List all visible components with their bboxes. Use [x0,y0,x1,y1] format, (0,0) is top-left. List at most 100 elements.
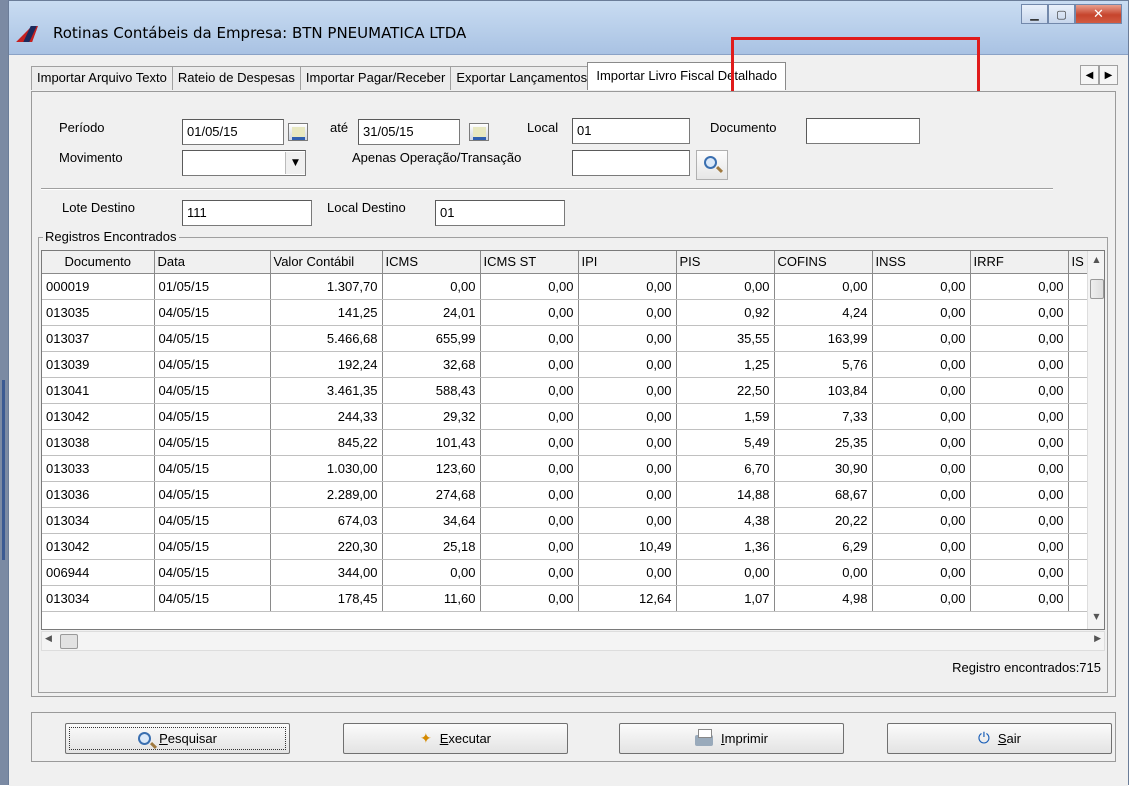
client-area: Importar Arquivo Texto Rateio de Despesa… [9,37,1128,786]
calendar-icon[interactable] [288,123,308,141]
scroll-down-icon[interactable]: ▼ [1088,608,1104,625]
tab-importar-livro-fiscal[interactable]: Importar Livro Fiscal Detalhado [587,62,786,90]
table-cell: 0,00 [970,585,1069,612]
column-header[interactable]: ICMS [382,251,481,274]
table-cell: 013034 [42,507,155,534]
vertical-scrollbar[interactable]: ▲ ▼ [1087,251,1104,629]
documento-label: Documento [710,120,777,135]
table-row[interactable]: 013033 04/05/15 1.030,00 123,60 0,00 0,00 6,70… [42,455,1089,482]
table-row[interactable]: 013041 04/05/15 3.461,35 588,43 0,00 0,00 22,5… [42,377,1089,404]
tab-importar-arquivo-texto[interactable]: Importar Arquivo Texto [31,66,173,90]
table-cell-empty [1068,507,1089,534]
table-cell: 0,00 [970,481,1069,508]
table-cell: 0,00 [480,325,579,352]
table-cell: 013042 [42,403,155,430]
table-row[interactable]: 013042 04/05/15 220,30 25,18 0,00 10,49 1,36 6,… [42,533,1089,560]
power-icon: ⏻ [978,730,990,747]
table-cell: 7,33 [774,403,873,430]
executar-label: Executar [439,731,492,746]
documento-field[interactable] [806,118,920,144]
local-destino-label: Local Destino [327,200,406,215]
tab-rateio-despesas[interactable]: Rateio de Despesas [171,66,301,90]
tab-scroll-right-icon[interactable]: ▶ [1099,65,1118,85]
executar-button[interactable]: ✦ Executar [343,723,568,754]
column-header[interactable]: ICMS ST [480,251,579,274]
title-bar[interactable]: Rotinas Contábeis da Empresa: BTN PNEUMA… [9,1,1128,55]
tab-scroll-left-icon[interactable]: ◀ [1080,65,1099,85]
table-cell: 4,24 [774,299,873,326]
column-header[interactable]: IPI [578,251,677,274]
column-header[interactable]: Valor Contábil [270,251,383,274]
pesquisar-label: Pesquisar [159,731,217,746]
table-cell: 274,68 [382,481,481,508]
close-button[interactable]: ✕ [1075,4,1122,24]
table-row[interactable]: 013034 04/05/15 674,03 34,64 0,00 0,00 4,38 20,… [42,507,1089,534]
table-cell: 0,00 [480,273,579,300]
table-cell: 4,98 [774,585,873,612]
column-header[interactable]: INSS [872,251,971,274]
calendar-icon[interactable] [469,123,489,141]
table-cell: 0,00 [970,455,1069,482]
table-row[interactable]: 013034 04/05/15 178,45 11,60 0,00 12,64 1,07 4,… [42,585,1089,612]
table-cell: 0,00 [872,299,971,326]
scroll-left-icon[interactable]: ◀ [45,634,52,644]
table-cell: 845,22 [270,429,383,456]
table-cell: 344,00 [270,559,383,586]
table-row[interactable]: 013037 04/05/15 5.466,68 655,99 0,00 0,00 35,5… [42,325,1089,352]
tab-importar-pagar-receber[interactable]: Importar Pagar/Receber [299,66,452,90]
table-cell: 5,76 [774,351,873,378]
lote-destino-field[interactable]: 111 [182,200,312,226]
table-cell: 6,29 [774,533,873,560]
table-row[interactable]: 013036 04/05/15 2.289,00 274,68 0,00 0,00 14,8… [42,481,1089,508]
scroll-right-icon[interactable]: ▶ [1094,634,1101,644]
table-cell: 013042 [42,533,155,560]
apenas-operacao-field[interactable] [572,150,690,176]
table-cell: 244,33 [270,403,383,430]
local-label: Local [527,120,559,135]
table-row[interactable]: 013039 04/05/15 192,24 32,68 0,00 0,00 1,25 5,7… [42,351,1089,378]
table-cell: 04/05/15 [154,585,271,612]
sair-button[interactable]: ⏻ Sair [887,723,1112,754]
table-cell: 013037 [42,325,155,352]
search-operacao-button[interactable] [696,150,728,180]
table-row[interactable]: 006944 04/05/15 344,00 0,00 0,00 0,00 0,00 0,00… [42,559,1089,586]
records-grid[interactable]: Documento Data Valor Contábil ICMS ICMS … [41,250,1105,630]
table-row[interactable]: 013038 04/05/15 845,22 101,43 0,00 0,00 5,49 25… [42,429,1089,456]
hscroll-thumb[interactable] [60,634,78,649]
table-cell: 1,07 [676,585,775,612]
scroll-thumb[interactable] [1090,279,1104,299]
local-destino-field[interactable]: 01 [435,200,565,226]
records-count-status: Registro encontrados:715 [952,660,1101,675]
minimize-button[interactable]: ▁ [1021,4,1048,24]
action-bar: Pesquisar ✦ Executar Imprimir ⏻ Sair [31,712,1116,762]
column-header[interactable]: IS [1068,251,1089,274]
table-cell: 0,00 [872,507,971,534]
periodo-fim-field[interactable]: 31/05/15 [358,119,460,145]
desktop-edge [0,0,8,785]
horizontal-scrollbar[interactable]: ◀ ▶ [41,631,1105,651]
tab-exportar-lancamentos[interactable]: Exportar Lançamentos [450,66,589,90]
scroll-up-icon[interactable]: ▲ [1088,251,1104,268]
table-cell: 123,60 [382,455,481,482]
table-row[interactable]: 013035 04/05/15 141,25 24,01 0,00 0,00 0,92 4,2… [42,299,1089,326]
column-header[interactable]: Documento [42,251,155,274]
periodo-inicio-field[interactable]: 01/05/15 [182,119,284,145]
table-row[interactable]: 013042 04/05/15 244,33 29,32 0,00 0,00 1,59 7,3… [42,403,1089,430]
table-cell: 674,03 [270,507,383,534]
table-cell: 0,00 [480,351,579,378]
column-header[interactable]: IRRF [970,251,1069,274]
table-cell-empty [1068,325,1089,352]
local-field[interactable]: 01 [572,118,690,144]
column-header[interactable]: COFINS [774,251,873,274]
table-cell: 04/05/15 [154,403,271,430]
column-header[interactable]: PIS [676,251,775,274]
table-cell: 14,88 [676,481,775,508]
imprimir-button[interactable]: Imprimir [619,723,844,754]
column-header[interactable]: Data [154,251,271,274]
pesquisar-button[interactable]: Pesquisar [65,723,290,754]
table-row[interactable]: 000019 01/05/15 1.307,70 0,00 0,00 0,00 0,00 0,… [42,273,1089,300]
chevron-down-icon[interactable]: ▼ [285,152,305,174]
table-cell: 12,64 [578,585,677,612]
table-cell: 0,00 [872,325,971,352]
maximize-button[interactable]: ▢ [1048,4,1075,24]
